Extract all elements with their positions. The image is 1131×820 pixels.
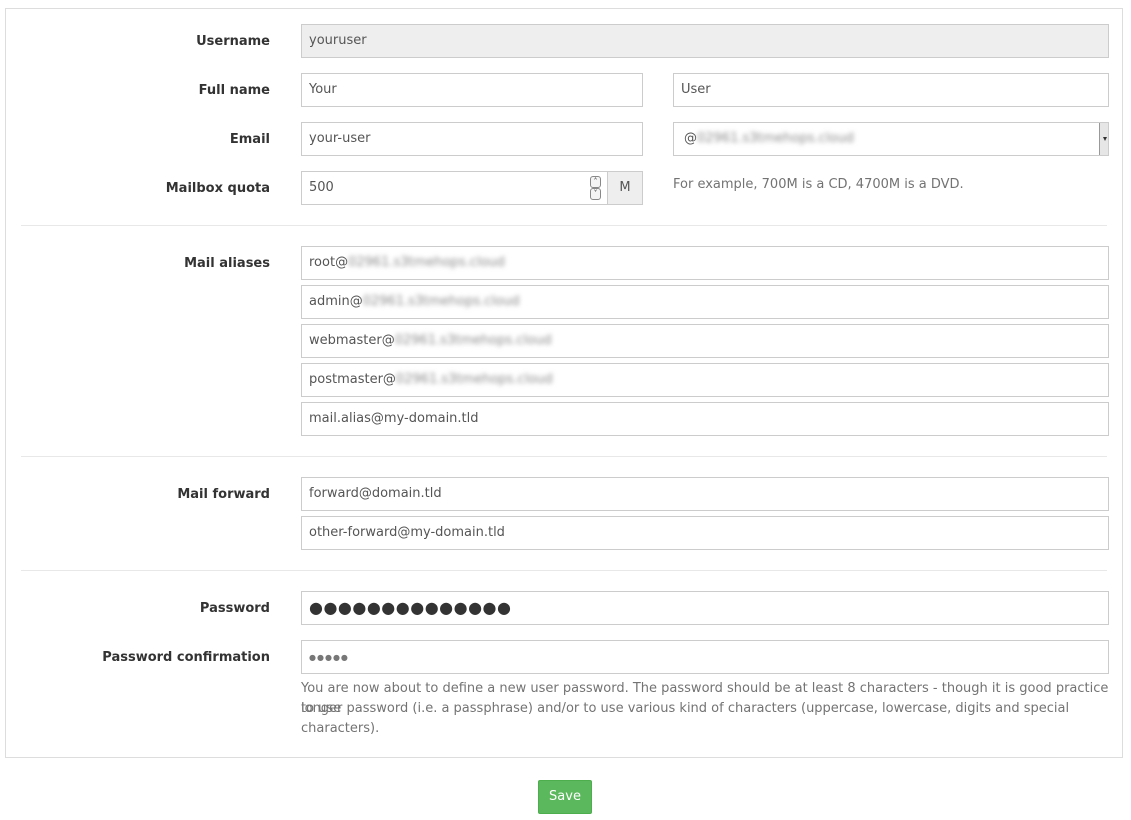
alias-local: admin@ <box>309 294 363 309</box>
alias-domain: 02961.s3tmehops.cloud <box>394 333 552 348</box>
spin-up-icon[interactable]: ˄ <box>590 176 601 188</box>
email-label: Email <box>229 132 270 147</box>
alias-local: mail.alias@my-domain.tld <box>309 411 479 426</box>
save-button[interactable]: Save <box>538 780 592 814</box>
quota-unit-addon: M <box>607 171 643 205</box>
forward-input[interactable]: forward@domain.tld <box>301 477 1109 511</box>
email-domain-select[interactable]: @02961.s3tmehops.cloud <box>673 122 1109 156</box>
section-divider <box>21 570 1107 571</box>
spin-down-icon[interactable]: ˅ <box>590 188 601 200</box>
alias-input[interactable]: webmaster@02961.s3tmehops.cloud <box>301 324 1109 358</box>
username-label: Username <box>196 34 270 49</box>
alias-local: postmaster@ <box>309 372 396 387</box>
quota-input[interactable]: 500 ˄ ˅ <box>301 171 608 205</box>
alias-local: root@ <box>309 255 349 270</box>
password-confirm-mask: ●●●●● <box>309 653 349 662</box>
password-confirm-label: Password confirmation <box>102 650 270 665</box>
password-help-line2: longer password (i.e. a passphrase) and/… <box>301 701 1070 736</box>
email-domain-value: 02961.s3tmehops.cloud <box>697 131 854 146</box>
alias-domain: 02961.s3tmehops.cloud <box>395 372 553 387</box>
quota-value: 500 <box>309 180 334 195</box>
alias-domain: 02961.s3tmehops.cloud <box>348 255 505 270</box>
chevron-down-icon[interactable] <box>1099 123 1108 155</box>
password-confirm-input[interactable]: ●●●●● <box>301 640 1109 674</box>
username-field: youruser <box>301 24 1109 58</box>
quota-label: Mailbox quota <box>165 181 270 196</box>
alias-input[interactable]: mail.alias@my-domain.tld <box>301 402 1109 436</box>
aliases-label: Mail aliases <box>184 256 270 271</box>
email-localpart-input[interactable]: your-user <box>301 122 643 156</box>
forward-input[interactable]: other-forward@my-domain.tld <box>301 516 1109 550</box>
forward-label: Mail forward <box>177 487 270 502</box>
email-domain-at: @ <box>684 131 697 146</box>
alias-local: webmaster@ <box>309 333 395 348</box>
section-divider <box>21 456 1107 457</box>
alias-input[interactable]: root@02961.s3tmehops.cloud <box>301 246 1109 280</box>
quota-help-text: For example, 700M is a CD, 4700M is a DV… <box>673 177 964 192</box>
password-mask: ●●●●●●●●●●●●●● <box>309 598 512 617</box>
section-divider <box>21 225 1107 226</box>
user-edit-form: Username youruser Full name Your User Em… <box>5 8 1123 758</box>
lastname-input[interactable]: User <box>673 73 1109 107</box>
firstname-input[interactable]: Your <box>301 73 643 107</box>
alias-input[interactable]: postmaster@02961.s3tmehops.cloud <box>301 363 1109 397</box>
fullname-label: Full name <box>198 83 270 98</box>
alias-input[interactable]: admin@02961.s3tmehops.cloud <box>301 285 1109 319</box>
password-input[interactable]: ●●●●●●●●●●●●●● <box>301 591 1109 625</box>
alias-domain: 02961.s3tmehops.cloud <box>362 294 520 309</box>
password-label: Password <box>199 601 270 616</box>
